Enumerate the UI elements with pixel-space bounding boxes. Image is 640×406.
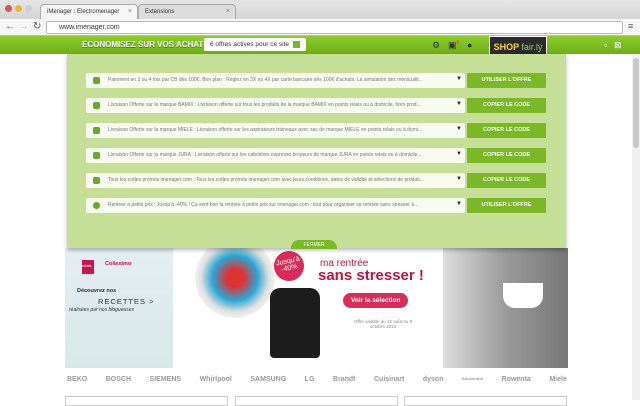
- slogan: ECONOMISEZ SUR VOS ACHATS: [82, 40, 209, 49]
- back-icon[interactable]: ←: [5, 21, 15, 32]
- scrollbar[interactable]: [632, 54, 640, 400]
- offer-text[interactable]: Livraison Offerte sur la marque BAMIX : …: [86, 98, 465, 113]
- discount-badge: Jusqu'à -40%: [271, 248, 307, 284]
- offer-row[interactable]: Paiement en 3 ou 4 fois par CB dès 100€.…: [86, 73, 546, 88]
- expand-offer-icon[interactable]: ▼: [456, 176, 462, 182]
- expand-offer-icon[interactable]: ▼: [456, 101, 462, 107]
- relais-logo: relais: [82, 260, 94, 274]
- see-selection-button[interactable]: Voir la sélection: [343, 293, 409, 308]
- copy-code-button[interactable]: COPIER LE CODE: [467, 148, 546, 163]
- brand-logo[interactable]: Rowenta: [502, 376, 531, 383]
- coffee-machine-image: [270, 288, 320, 358]
- brand-logo[interactable]: KitchenAid: [462, 376, 483, 383]
- tab-bar: iMenager : Electromenager × Extensions ×: [0, 0, 640, 19]
- offer-row[interactable]: Livraison Offerte sur la marque BAMIX : …: [86, 98, 546, 113]
- copy-code-button[interactable]: COPIER LE CODE: [467, 123, 546, 138]
- delivery-icon: [93, 127, 100, 134]
- check-icon: [93, 202, 100, 209]
- tab-imenager[interactable]: iMenager : Electromenager ×: [40, 4, 138, 19]
- discover-text: Découvrez nos: [77, 288, 117, 294]
- use-offer-button[interactable]: UTILISER L'OFFRE: [467, 198, 546, 213]
- tab-extensions[interactable]: Extensions ×: [138, 4, 236, 19]
- minimize-bar-icon[interactable]: ▫: [604, 40, 607, 50]
- close-bar-icon[interactable]: ⊠: [614, 40, 622, 51]
- recipes-link[interactable]: RECETTES >: [98, 297, 154, 306]
- reload-icon[interactable]: ↻: [33, 21, 41, 32]
- menu-icon[interactable]: ≡: [628, 21, 633, 31]
- brand-logo[interactable]: Whirlpool: [200, 376, 232, 383]
- close-panel-button[interactable]: FERMER: [291, 240, 337, 249]
- promo-banner[interactable]: relais Colissimo Découvrez nos RECETTES …: [65, 238, 568, 368]
- address-bar[interactable]: www.imenager.com: [46, 21, 623, 34]
- expand-offer-icon[interactable]: ▼: [456, 201, 462, 207]
- logo-text: SHOP: [493, 42, 519, 52]
- relais-text: relais: [82, 263, 92, 268]
- product-card[interactable]: [235, 396, 398, 406]
- brand-logo[interactable]: BEKO: [67, 376, 87, 383]
- offer-icon: [93, 77, 100, 84]
- expand-offer-icon[interactable]: ▼: [456, 151, 462, 157]
- offer-text[interactable]: Livraison Offerte sur la marque JURA : L…: [86, 148, 465, 163]
- use-offer-button[interactable]: UTILISER L'OFFRE: [467, 73, 546, 88]
- cup-image: [503, 283, 543, 308]
- scrollbar-thumb[interactable]: [633, 58, 639, 148]
- close-tab-icon[interactable]: ×: [128, 8, 132, 15]
- copy-code-button[interactable]: COPIER LE CODE: [467, 173, 546, 188]
- offer-row[interactable]: Livraison Offerte sur la marque JURA : L…: [86, 148, 546, 163]
- delivery-icon: [93, 102, 100, 109]
- info-icon[interactable]: ●: [467, 40, 472, 50]
- offer-row[interactable]: Tous les codes promos imenager.com : Tou…: [86, 173, 546, 188]
- offers-count: 6 offres actives pour ce site: [210, 41, 290, 49]
- expand-offer-icon[interactable]: ▼: [456, 126, 462, 132]
- colissimo-logo: Colissimo: [105, 261, 132, 267]
- close-window-button[interactable]: [5, 5, 12, 12]
- notification-badge: 6: [456, 40, 460, 46]
- brand-logo[interactable]: Miele: [549, 376, 567, 383]
- minimize-window-button[interactable]: [15, 5, 22, 12]
- offer-row[interactable]: Rentrée à petits prix : Jusqu'à -40% ! Ç…: [86, 198, 546, 213]
- brand-logo[interactable]: BOSCH: [106, 376, 131, 383]
- offer-text[interactable]: Livraison Offerte sur la marque MIELE : …: [86, 123, 465, 138]
- person-coffee-image: [443, 248, 568, 368]
- brand-logo[interactable]: LG: [305, 376, 315, 383]
- product-card[interactable]: [404, 396, 567, 406]
- brand-logo[interactable]: Brandt: [333, 376, 356, 383]
- offer-row[interactable]: Livraison Offerte sur la marque MIELE : …: [86, 123, 546, 138]
- offer-text[interactable]: Paiement en 3 ou 4 fois par CB dès 100€.…: [86, 73, 465, 88]
- headline-line2: sans stresser !: [318, 267, 424, 284]
- offer-text[interactable]: Tous les codes promos imenager.com : Tou…: [86, 173, 465, 188]
- product-card[interactable]: [65, 396, 228, 406]
- window-controls: [5, 5, 32, 12]
- recipes-ad[interactable]: relais Colissimo Découvrez nos RECETTES …: [65, 248, 173, 368]
- copy-code-button[interactable]: COPIER LE CODE: [467, 98, 546, 113]
- zoom-window-button[interactable]: [25, 5, 32, 12]
- brand-logo[interactable]: SAMSUNG: [250, 376, 286, 383]
- brand-logos: BEKO BOSCH SIEMENS Whirlpool SAMSUNG LG Brandt…: [67, 376, 567, 383]
- delivery-icon: [93, 152, 100, 159]
- expand-offer-icon[interactable]: ▼: [456, 76, 462, 82]
- logo-suffix: fair.ly: [521, 42, 543, 52]
- close-tab-icon[interactable]: ×: [226, 8, 230, 15]
- offer-validity: Offre valable du 12 août au 9 octobre 20…: [354, 319, 412, 329]
- expand-icon: [293, 41, 301, 48]
- offers-panel: Paiement en 3 ou 4 fois par CB dès 100€.…: [67, 54, 566, 249]
- offer-text[interactable]: Rentrée à petits prix : Jusqu'à -40% ! Ç…: [86, 198, 465, 213]
- brand-logo[interactable]: SIEMENS: [150, 376, 182, 383]
- brand-logo[interactable]: Cuisinart: [374, 376, 404, 383]
- notifications-icon[interactable]: ▣6: [448, 40, 459, 51]
- tab-label: iMenager : Electromenager: [47, 9, 120, 15]
- forward-icon[interactable]: →: [19, 21, 29, 32]
- tab-label: Extensions: [145, 9, 175, 15]
- tag-icon: [93, 177, 100, 184]
- bloggers-text: réalisées par nos blogueuses: [69, 307, 135, 313]
- browser-toolbar: ← → ↻ www.imenager.com ≡: [0, 19, 640, 36]
- washing-machine-image: [195, 238, 275, 318]
- brand-logo[interactable]: dyson: [423, 376, 444, 383]
- offers-count-button[interactable]: 6 offres actives pour ce site: [204, 38, 307, 52]
- back-to-school-ad[interactable]: Jusqu'à -40% ma rentrée sans stresser ! …: [173, 238, 443, 368]
- gear-icon[interactable]: ⚙: [432, 40, 440, 51]
